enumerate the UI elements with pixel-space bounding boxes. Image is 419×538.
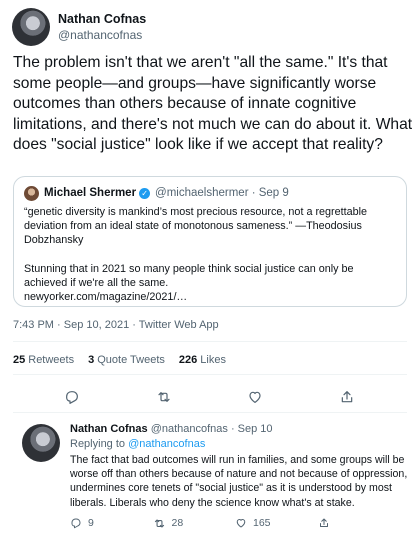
replying-prefix: Replying to [70, 438, 126, 450]
reply-icon[interactable] [59, 384, 85, 410]
quote-paragraph-2-text: Stunning that in 2021 so many people thi… [24, 262, 354, 289]
quote-paragraph-1: “genetic diversity is mankind’s most pre… [24, 206, 368, 247]
reply-like-button[interactable]: 165 [235, 517, 318, 529]
likes-stat[interactable]: 226 Likes [179, 354, 226, 366]
tweet-text: The problem isn't that we aren't "all th… [13, 54, 413, 153]
quote-author-name: Michael Shermer [44, 187, 137, 199]
replying-to: Replying to @nathancofnas [70, 437, 410, 451]
retweet-icon[interactable] [151, 384, 177, 410]
reply-header: Nathan Cofnas @nathancofnas · Sep 10 [70, 422, 410, 436]
replying-handle-link[interactable]: @nathancofnas [128, 438, 205, 450]
share-icon[interactable] [334, 384, 360, 410]
reply-author-name[interactable]: Nathan Cofnas [70, 423, 148, 435]
author-row: Nathan Cofnas @nathancofnas [12, 8, 146, 46]
quote-tweets-count: 3 [88, 354, 95, 366]
divider [13, 374, 407, 375]
likes-label: Likes [200, 354, 226, 366]
like-icon [236, 519, 246, 528]
reply-meta: @nathancofnas · Sep 10 [150, 423, 273, 435]
avatar[interactable] [22, 424, 60, 462]
share-icon [319, 518, 328, 527]
divider [13, 341, 407, 342]
quote-meta: @michaelshermer · Sep 9 [155, 187, 289, 199]
retweets-count: 25 [13, 354, 26, 366]
action-bar [0, 384, 419, 410]
verified-badge-icon: ✓ [139, 187, 151, 199]
reply-count: 9 [88, 517, 94, 529]
avatar[interactable] [12, 8, 50, 46]
quote-tweet-card[interactable]: Michael Shermer ✓ @michaelshermer · Sep … [13, 176, 407, 307]
retweets-label: Retweets [28, 354, 75, 366]
tweet-timestamp[interactable]: 7:43 PM · Sep 10, 2021 · Twitter Web App [13, 319, 219, 331]
quote-link[interactable]: newyorker.com/magazine/2021/… [24, 291, 187, 303]
author-names: Nathan Cofnas @nathancofnas [58, 11, 146, 43]
quote-header: Michael Shermer ✓ @michaelshermer · Sep … [24, 185, 396, 201]
author-handle[interactable]: @nathancofnas [58, 27, 146, 43]
reply-share-button[interactable] [318, 517, 401, 529]
reply-retweet-button[interactable]: 28 [153, 517, 236, 530]
quote-tweets-label: Quote Tweets [97, 354, 165, 366]
reply-reply-button[interactable]: 9 [70, 517, 153, 529]
quote-avatar [24, 185, 39, 201]
like-icon[interactable] [242, 384, 268, 410]
reply-action-bar: 9 28 165 [70, 515, 400, 531]
reply-text: The fact that bad outcomes will run in f… [70, 454, 408, 509]
like-count: 165 [253, 517, 271, 529]
quote-tweets-stat[interactable]: 3 Quote Tweets [88, 354, 165, 366]
retweet-count: 28 [171, 517, 184, 529]
reply-content: Nathan Cofnas @nathancofnas · Sep 10 Rep… [70, 422, 410, 510]
stats-row: 25 Retweets 3 Quote Tweets 226 Likes [13, 354, 226, 366]
retweet-icon [154, 518, 164, 528]
quote-body: “genetic diversity is mankind’s most pre… [24, 205, 396, 304]
likes-count: 226 [178, 354, 198, 366]
reply-icon [71, 518, 81, 529]
author-name[interactable]: Nathan Cofnas [58, 11, 146, 27]
retweets-stat[interactable]: 25 Retweets [13, 354, 74, 366]
quote-paragraph-2: Stunning that in 2021 so many people thi… [24, 262, 396, 305]
divider [13, 412, 407, 413]
